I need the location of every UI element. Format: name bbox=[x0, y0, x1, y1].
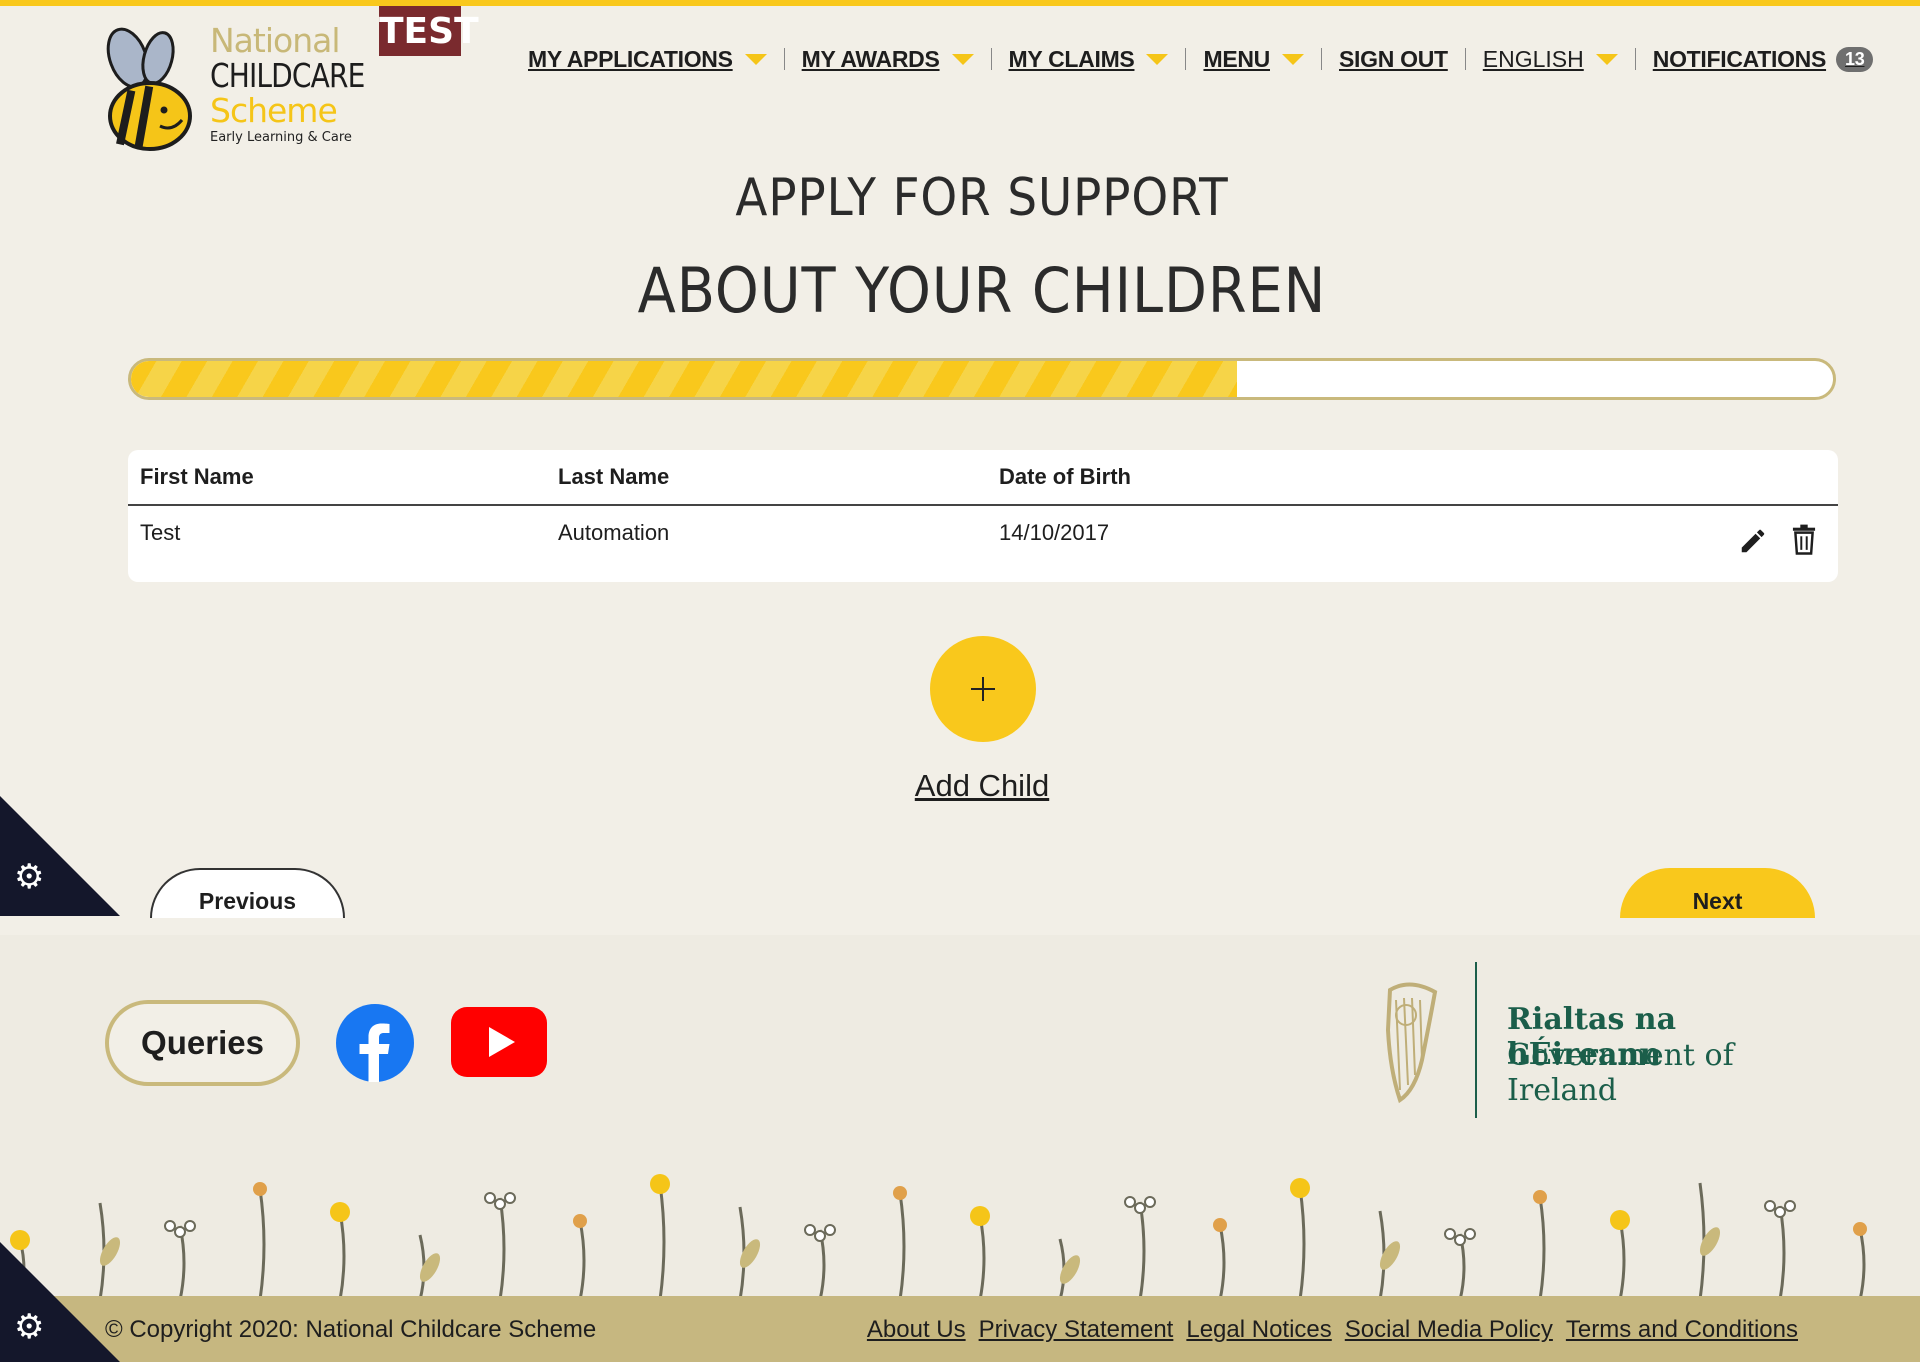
nav-menu[interactable]: MENU bbox=[1203, 46, 1304, 73]
meadow-plant bbox=[418, 1234, 441, 1300]
column-header-first-name: First Name bbox=[140, 464, 254, 489]
edit-child-button[interactable] bbox=[1738, 526, 1768, 561]
nav-my-claims[interactable]: MY CLAIMS bbox=[1009, 46, 1169, 73]
meadow-plant bbox=[98, 1202, 121, 1300]
meadow-plant bbox=[1124, 1196, 1156, 1300]
bee-logo-icon bbox=[106, 27, 192, 151]
meadow-plant bbox=[484, 1192, 516, 1300]
nav-divider bbox=[783, 48, 785, 70]
nav-divider bbox=[1321, 48, 1322, 70]
youtube-icon bbox=[451, 1007, 547, 1077]
table-header-divider bbox=[128, 504, 1838, 506]
column-header-last-name: Last Name bbox=[558, 464, 670, 489]
nav-my-applications-label: MY APPLICATIONS bbox=[528, 45, 733, 72]
nav-divider bbox=[1464, 48, 1466, 70]
youtube-link[interactable] bbox=[451, 1007, 547, 1077]
cell-first-name: Test bbox=[140, 520, 181, 545]
footer-link-legal-notices[interactable]: Legal Notices bbox=[1186, 1316, 1331, 1344]
facebook-link[interactable] bbox=[336, 1004, 414, 1082]
logo-line-scheme: Scheme bbox=[210, 91, 338, 130]
chevron-down-icon bbox=[1595, 53, 1618, 65]
previous-button[interactable]: Previous bbox=[150, 868, 345, 918]
chevron-down-icon bbox=[744, 53, 767, 65]
notifications-count-badge: 13 bbox=[1836, 46, 1874, 72]
nav-divider bbox=[1185, 48, 1187, 70]
meadow-plant bbox=[1058, 1238, 1081, 1300]
top-accent-bar bbox=[0, 0, 1920, 6]
meadow-plant bbox=[1853, 1222, 1867, 1300]
children-table: First Name Last Name Date of Birth Test … bbox=[128, 450, 1838, 582]
add-child-button[interactable] bbox=[930, 636, 1036, 742]
nav-language-select[interactable]: ENGLISH bbox=[1483, 46, 1618, 73]
plus-icon bbox=[971, 677, 995, 701]
meadow-plant bbox=[253, 1182, 267, 1300]
progress-fill bbox=[131, 361, 1238, 397]
copyright-text: © Copyright 2020: National Childcare Sch… bbox=[105, 1316, 597, 1343]
test-environment-badge: TEST bbox=[379, 6, 479, 56]
cell-date-of-birth: 14/10/2017 bbox=[999, 520, 1110, 545]
cookie-gear-icon: ⚙ bbox=[14, 1308, 45, 1346]
page-title: APPLY FOR SUPPORT bbox=[735, 168, 1229, 228]
footer-links: About Us Privacy Statement Legal Notices… bbox=[867, 1316, 1798, 1344]
cookie-gear-icon: ⚙ bbox=[14, 858, 45, 896]
delete-child-button[interactable] bbox=[1789, 524, 1819, 561]
footer-link-terms-and-conditions[interactable]: Terms and Conditions bbox=[1566, 1316, 1798, 1344]
cell-last-name: Automation bbox=[558, 520, 670, 545]
government-of-ireland-logo: Rialtas na hÉireann Government of Irelan… bbox=[1360, 960, 1820, 1120]
nav-my-awards[interactable]: MY AWARDS bbox=[802, 46, 974, 73]
meadow-plant bbox=[804, 1224, 836, 1300]
meadow-plant bbox=[573, 1214, 587, 1300]
meadow-plant bbox=[330, 1202, 350, 1300]
meadow-plant bbox=[893, 1186, 907, 1300]
meadow-plant bbox=[738, 1206, 761, 1300]
meadow-plant bbox=[650, 1174, 670, 1300]
logo-line-childcare: CHILDCARE bbox=[210, 56, 365, 95]
meadow-plant bbox=[164, 1220, 196, 1300]
meadow-plant bbox=[970, 1206, 990, 1300]
facebook-icon bbox=[336, 1004, 414, 1082]
pencil-icon bbox=[1741, 529, 1765, 553]
nav-my-awards-label: MY AWARDS bbox=[801, 45, 940, 72]
main-nav: MY APPLICATIONS MY AWARDS MY CLAIMS MENU… bbox=[528, 42, 1874, 76]
footer-link-privacy-statement[interactable]: Privacy Statement bbox=[979, 1316, 1174, 1344]
meadow-plant bbox=[1213, 1218, 1227, 1300]
nav-sign-out[interactable]: SIGN OUT bbox=[1339, 46, 1448, 73]
nav-language-label: ENGLISH bbox=[1482, 45, 1584, 72]
nav-my-claims-label: MY CLAIMS bbox=[1008, 45, 1135, 72]
add-child-link[interactable]: Add Child bbox=[0, 768, 1920, 804]
application-progress-bar bbox=[128, 358, 1836, 400]
footer-link-about-us[interactable]: About Us bbox=[867, 1316, 966, 1344]
footer-link-social-media-policy[interactable]: Social Media Policy bbox=[1345, 1316, 1553, 1344]
nav-my-applications[interactable]: MY APPLICATIONS bbox=[528, 46, 767, 73]
nav-divider bbox=[990, 48, 992, 70]
column-header-date-of-birth: Date of Birth bbox=[999, 464, 1131, 489]
meadow-plant bbox=[1698, 1182, 1721, 1300]
logo-line-national: National bbox=[210, 21, 341, 60]
chevron-down-icon bbox=[951, 53, 974, 65]
harp-icon bbox=[1385, 962, 1477, 1118]
meadow-plant bbox=[1290, 1178, 1310, 1300]
logo-tagline: Early Learning & Care bbox=[210, 130, 352, 145]
nav-notifications-label: NOTIFICATIONS bbox=[1652, 45, 1827, 72]
chevron-down-icon bbox=[1282, 53, 1304, 65]
meadow-plant bbox=[1610, 1210, 1630, 1300]
chevron-down-icon bbox=[1146, 53, 1169, 65]
section-title: ABOUT YOUR CHILDREN bbox=[637, 254, 1327, 327]
nav-notifications[interactable]: NOTIFICATIONS 13 bbox=[1653, 46, 1874, 73]
gov-english-name: Government of Ireland bbox=[1507, 1038, 1734, 1108]
meadow-plant bbox=[1764, 1200, 1796, 1300]
ncs-logo[interactable]: National CHILDCARE Scheme Early Learning… bbox=[100, 18, 365, 153]
flower-meadow-illustration bbox=[10, 1174, 1867, 1300]
meadow-plant bbox=[1444, 1228, 1476, 1300]
nav-divider bbox=[1634, 48, 1636, 70]
next-button[interactable]: Next bbox=[1620, 868, 1815, 918]
cookie-settings-button[interactable] bbox=[0, 796, 120, 916]
meadow-plant bbox=[1378, 1210, 1401, 1300]
nav-sign-out-label: SIGN OUT bbox=[1339, 45, 1448, 72]
trash-icon bbox=[1792, 524, 1816, 555]
nav-menu-label: MENU bbox=[1203, 45, 1270, 72]
queries-button[interactable]: Queries bbox=[105, 1000, 300, 1086]
meadow-plant bbox=[1533, 1190, 1547, 1300]
